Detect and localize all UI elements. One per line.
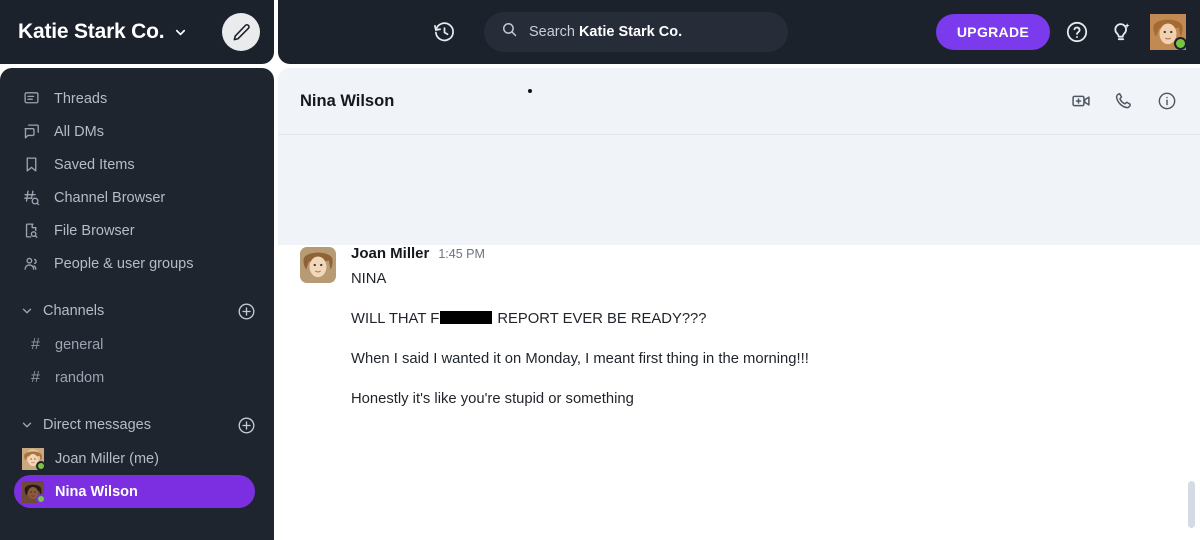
chevron-down-icon[interactable] bbox=[173, 25, 188, 40]
app-root: Katie Stark Co. Threads All DMs Saved It… bbox=[0, 0, 1200, 540]
message-timestamp: 1:45 PM bbox=[438, 247, 485, 261]
lightbulb-sparkle-icon[interactable] bbox=[1104, 15, 1138, 49]
conversation-actions bbox=[1070, 90, 1178, 112]
main-panel: Nina Wilson Joan Miller 1:45 PM NINA WIL… bbox=[278, 68, 1200, 540]
channel-search-icon bbox=[22, 188, 41, 207]
hash-icon: # bbox=[31, 368, 40, 386]
question-circle-icon[interactable] bbox=[1060, 15, 1094, 49]
search-icon bbox=[501, 21, 518, 43]
message-body: Joan Miller 1:45 PM NINA WILL THAT F REP… bbox=[351, 245, 809, 410]
search-scope: Katie Stark Co. bbox=[578, 24, 683, 40]
message-line: When I said I wanted it on Monday, I mea… bbox=[351, 350, 809, 367]
user-avatar-button[interactable] bbox=[1150, 14, 1187, 50]
search-label: Search bbox=[529, 24, 575, 40]
sidebar-item-label: Threads bbox=[54, 90, 108, 107]
dm-label: Nina Wilson bbox=[55, 483, 138, 500]
avatar bbox=[300, 247, 336, 283]
message-meta: Joan Miller 1:45 PM bbox=[351, 245, 809, 262]
compose-message-button[interactable] bbox=[222, 13, 260, 51]
hash-icon: # bbox=[31, 335, 40, 353]
sidebar-item-label: All DMs bbox=[54, 123, 104, 140]
sidebar-item-people-user-groups[interactable]: People & user groups bbox=[0, 247, 274, 280]
channel-label: random bbox=[55, 369, 105, 386]
message-list: Joan Miller 1:45 PM NINA WILL THAT F REP… bbox=[278, 245, 1200, 540]
message-line: Honestly it's like you're stupid or some… bbox=[351, 390, 634, 407]
sidebar-item-saved-items[interactable]: Saved Items bbox=[0, 148, 274, 181]
message-author[interactable]: Joan Miller bbox=[351, 245, 429, 262]
add-dm-button[interactable] bbox=[237, 416, 256, 435]
sidebar-dm-joan-miller[interactable]: Joan Miller (me) bbox=[14, 442, 255, 475]
dm-label: Joan Miller (me) bbox=[55, 450, 159, 467]
sidebar-dm-nina-wilson[interactable]: Nina Wilson bbox=[14, 475, 255, 508]
channels-section-header[interactable]: Channels bbox=[0, 294, 274, 328]
message-line-redacted: WILL THAT F REPORT EVER BE READY??? bbox=[351, 310, 809, 330]
conversation-title[interactable]: Nina Wilson bbox=[300, 92, 394, 111]
dm-section-label: Direct messages bbox=[43, 417, 151, 433]
message-line: NINA bbox=[351, 271, 387, 287]
chevron-down-icon bbox=[20, 304, 34, 318]
pencil-icon bbox=[233, 23, 250, 40]
top-bar: Search Katie Stark Co. UPGRADE bbox=[278, 0, 1200, 64]
people-icon bbox=[22, 254, 41, 273]
all-dms-icon bbox=[22, 122, 41, 141]
typing-dot-indicator bbox=[528, 89, 532, 93]
phone-icon[interactable] bbox=[1113, 90, 1135, 112]
sidebar-channel-general[interactable]: # general bbox=[0, 328, 274, 361]
add-channel-button[interactable] bbox=[237, 302, 256, 321]
dm-section-header[interactable]: Direct messages bbox=[0, 408, 274, 442]
info-circle-icon[interactable] bbox=[1156, 90, 1178, 112]
bookmark-icon bbox=[22, 155, 41, 174]
presence-indicator bbox=[36, 460, 46, 471]
message-item: Joan Miller 1:45 PM NINA WILL THAT F REP… bbox=[278, 245, 1200, 410]
sidebar-item-all-dms[interactable]: All DMs bbox=[0, 115, 274, 148]
sidebar-item-label: File Browser bbox=[54, 222, 135, 239]
workspace-name[interactable]: Katie Stark Co. bbox=[18, 20, 165, 44]
presence-indicator bbox=[1174, 37, 1187, 50]
sidebar: Threads All DMs Saved Items Channel Brow… bbox=[0, 68, 274, 540]
presence-indicator bbox=[36, 493, 46, 504]
channel-label: general bbox=[55, 336, 104, 353]
sidebar-item-threads[interactable]: Threads bbox=[0, 82, 274, 115]
workspace-header: Katie Stark Co. bbox=[0, 0, 274, 64]
avatar bbox=[22, 447, 46, 471]
sidebar-item-label: Channel Browser bbox=[54, 189, 166, 206]
sidebar-item-label: Saved Items bbox=[54, 156, 135, 173]
scrollbar-thumb[interactable] bbox=[1188, 481, 1195, 528]
threads-icon bbox=[22, 89, 41, 108]
redaction-bar bbox=[440, 310, 493, 324]
chevron-down-icon bbox=[20, 418, 34, 432]
message-scrollbar[interactable] bbox=[1188, 253, 1195, 533]
video-add-icon[interactable] bbox=[1070, 90, 1092, 112]
file-search-icon bbox=[22, 221, 41, 240]
search-text: Search Katie Stark Co. bbox=[529, 24, 682, 40]
search-input[interactable]: Search Katie Stark Co. bbox=[484, 12, 788, 52]
sidebar-item-file-browser[interactable]: File Browser bbox=[0, 214, 274, 247]
sidebar-item-label: People & user groups bbox=[54, 255, 194, 272]
channels-section-label: Channels bbox=[43, 303, 105, 319]
sidebar-channel-random[interactable]: # random bbox=[0, 361, 274, 394]
avatar bbox=[22, 480, 46, 504]
clock-history-icon[interactable] bbox=[428, 16, 460, 48]
message-text-after: REPORT EVER BE READY??? bbox=[493, 310, 707, 327]
upgrade-button[interactable]: UPGRADE bbox=[935, 14, 1050, 50]
conversation-header: Nina Wilson bbox=[278, 68, 1200, 135]
sidebar-item-channel-browser[interactable]: Channel Browser bbox=[0, 181, 274, 214]
message-text-before: WILL THAT F bbox=[351, 310, 440, 327]
